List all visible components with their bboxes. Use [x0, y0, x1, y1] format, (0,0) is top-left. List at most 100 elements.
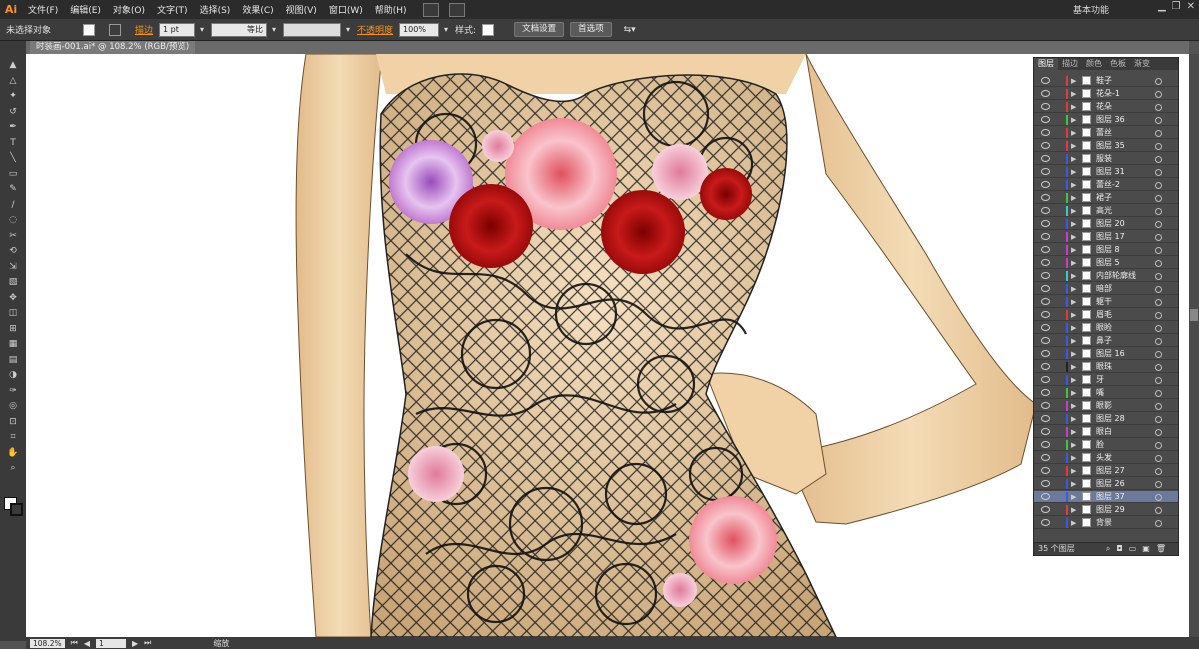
expand-triangle-icon[interactable]: ▶: [1071, 244, 1076, 256]
layer-name[interactable]: 图层 35: [1096, 140, 1125, 152]
restore-icon[interactable]: ❐: [1172, 1, 1181, 12]
expand-triangle-icon[interactable]: ▶: [1071, 166, 1076, 178]
mesh-tool-icon[interactable]: ▦: [6, 338, 20, 350]
eye-icon[interactable]: [1041, 389, 1050, 396]
layer-name[interactable]: 鞋子: [1096, 75, 1112, 87]
layer-name[interactable]: 图层 20: [1096, 218, 1125, 230]
layer-row[interactable]: ▶ 鼻子: [1034, 335, 1178, 347]
layer-row[interactable]: ▶ 眉毛: [1034, 309, 1178, 321]
minimize-icon[interactable]: ▁: [1158, 1, 1166, 12]
layer-name[interactable]: 脸: [1096, 439, 1104, 451]
menu-item-3[interactable]: 文字(T): [151, 3, 194, 16]
pencil-tool-icon[interactable]: ∕: [6, 199, 20, 211]
expand-triangle-icon[interactable]: ▶: [1071, 374, 1076, 386]
eye-icon[interactable]: [1041, 90, 1050, 97]
target-icon[interactable]: [1155, 195, 1162, 202]
line-tool-icon[interactable]: ╲: [6, 152, 20, 164]
panel-tab-2[interactable]: 颜色: [1082, 58, 1106, 70]
direct-selection-tool-icon[interactable]: △: [6, 75, 20, 87]
eye-icon[interactable]: [1041, 155, 1050, 162]
stroke-label[interactable]: 描边: [135, 23, 153, 36]
menu-item-6[interactable]: 视图(V): [280, 3, 323, 16]
first-page-icon[interactable]: ⏮: [71, 638, 78, 648]
eye-icon[interactable]: [1041, 168, 1050, 175]
expand-triangle-icon[interactable]: ▶: [1071, 192, 1076, 204]
magic-wand-tool-icon[interactable]: ✦: [6, 90, 20, 102]
selection-tool-icon[interactable]: ▲: [6, 59, 20, 71]
close-icon[interactable]: ✕: [1187, 1, 1195, 12]
hand-tool-icon[interactable]: ✋: [6, 447, 20, 459]
layer-name[interactable]: 眼影: [1096, 400, 1112, 412]
layer-name[interactable]: 眼珠: [1096, 361, 1112, 373]
expand-triangle-icon[interactable]: ▶: [1071, 218, 1076, 230]
expand-triangle-icon[interactable]: ▶: [1071, 75, 1076, 87]
layer-row[interactable]: ▶ 鞋子: [1034, 75, 1178, 87]
target-icon[interactable]: [1155, 520, 1162, 527]
layer-row[interactable]: ▶ 花朵-1: [1034, 88, 1178, 100]
vertical-scrollbar[interactable]: [1189, 54, 1199, 637]
target-icon[interactable]: [1155, 468, 1162, 475]
eye-icon[interactable]: [1041, 142, 1050, 149]
target-icon[interactable]: [1155, 130, 1162, 137]
menu-item-2[interactable]: 对象(O): [107, 3, 151, 16]
width-tool-icon[interactable]: ▧: [6, 276, 20, 288]
layer-name[interactable]: 躯干: [1096, 296, 1112, 308]
eye-icon[interactable]: [1041, 350, 1050, 357]
target-icon[interactable]: [1155, 325, 1162, 332]
layer-row[interactable]: ▶ 躯干: [1034, 296, 1178, 308]
target-icon[interactable]: [1155, 442, 1162, 449]
target-icon[interactable]: [1155, 312, 1162, 319]
free-transform-tool-icon[interactable]: ✥: [6, 292, 20, 304]
expand-triangle-icon[interactable]: ▶: [1071, 322, 1076, 334]
layer-row[interactable]: ▶ 脸: [1034, 439, 1178, 451]
layer-name[interactable]: 内部轮廓线: [1096, 270, 1136, 282]
menu-item-8[interactable]: 帮助(H): [369, 3, 413, 16]
layer-name[interactable]: 图层 8: [1096, 244, 1120, 256]
target-icon[interactable]: [1155, 117, 1162, 124]
layer-name[interactable]: 花朵: [1096, 101, 1112, 113]
layer-name[interactable]: 图层 29: [1096, 504, 1125, 516]
scroll-thumb[interactable]: [1190, 309, 1198, 321]
target-icon[interactable]: [1155, 494, 1162, 501]
pen-tool-icon[interactable]: ✒: [6, 121, 20, 133]
eye-icon[interactable]: [1041, 259, 1050, 266]
target-icon[interactable]: [1155, 104, 1162, 111]
layer-row[interactable]: ▶ 图层 20: [1034, 218, 1178, 230]
layer-row[interactable]: ▶ 蕾丝-2: [1034, 179, 1178, 191]
target-icon[interactable]: [1155, 78, 1162, 85]
expand-triangle-icon[interactable]: ▶: [1071, 387, 1076, 399]
target-icon[interactable]: [1155, 377, 1162, 384]
target-icon[interactable]: [1155, 429, 1162, 436]
target-icon[interactable]: [1155, 416, 1162, 423]
eye-icon[interactable]: [1041, 428, 1050, 435]
layer-row[interactable]: ▶ 嘴: [1034, 387, 1178, 399]
eye-icon[interactable]: [1041, 467, 1050, 474]
artboard-canvas[interactable]: [26, 54, 1189, 637]
transform-options-icon[interactable]: ⇆▾: [624, 25, 636, 35]
layer-row[interactable]: ▶ 图层 27: [1034, 465, 1178, 477]
target-icon[interactable]: [1155, 156, 1162, 163]
target-icon[interactable]: [1155, 91, 1162, 98]
eye-icon[interactable]: [1041, 246, 1050, 253]
expand-triangle-icon[interactable]: ▶: [1071, 296, 1076, 308]
layer-row[interactable]: ▶ 图层 16: [1034, 348, 1178, 360]
eye-icon[interactable]: [1041, 298, 1050, 305]
expand-triangle-icon[interactable]: ▶: [1071, 140, 1076, 152]
layer-name[interactable]: 嘴: [1096, 387, 1104, 399]
last-page-icon[interactable]: ⏭: [144, 638, 151, 648]
layer-row[interactable]: ▶ 内部轮廓线: [1034, 270, 1178, 282]
workspace-switcher[interactable]: 基本功能: [1073, 3, 1109, 16]
scale-tool-icon[interactable]: ⇲: [6, 261, 20, 273]
target-icon[interactable]: [1155, 507, 1162, 514]
target-icon[interactable]: [1155, 481, 1162, 488]
layer-row[interactable]: ▶ 暗部: [1034, 283, 1178, 295]
layer-name[interactable]: 图层 28: [1096, 413, 1125, 425]
layer-name[interactable]: 暗部: [1096, 283, 1112, 295]
expand-triangle-icon[interactable]: ▶: [1071, 465, 1076, 477]
expand-triangle-icon[interactable]: ▶: [1071, 335, 1076, 347]
layer-name[interactable]: 蕾丝-2: [1096, 179, 1120, 191]
rotate-tool-icon[interactable]: ⟲: [6, 245, 20, 257]
layer-name[interactable]: 图层 5: [1096, 257, 1120, 269]
expand-triangle-icon[interactable]: ▶: [1071, 478, 1076, 490]
layer-row[interactable]: ▶ 图层 17: [1034, 231, 1178, 243]
